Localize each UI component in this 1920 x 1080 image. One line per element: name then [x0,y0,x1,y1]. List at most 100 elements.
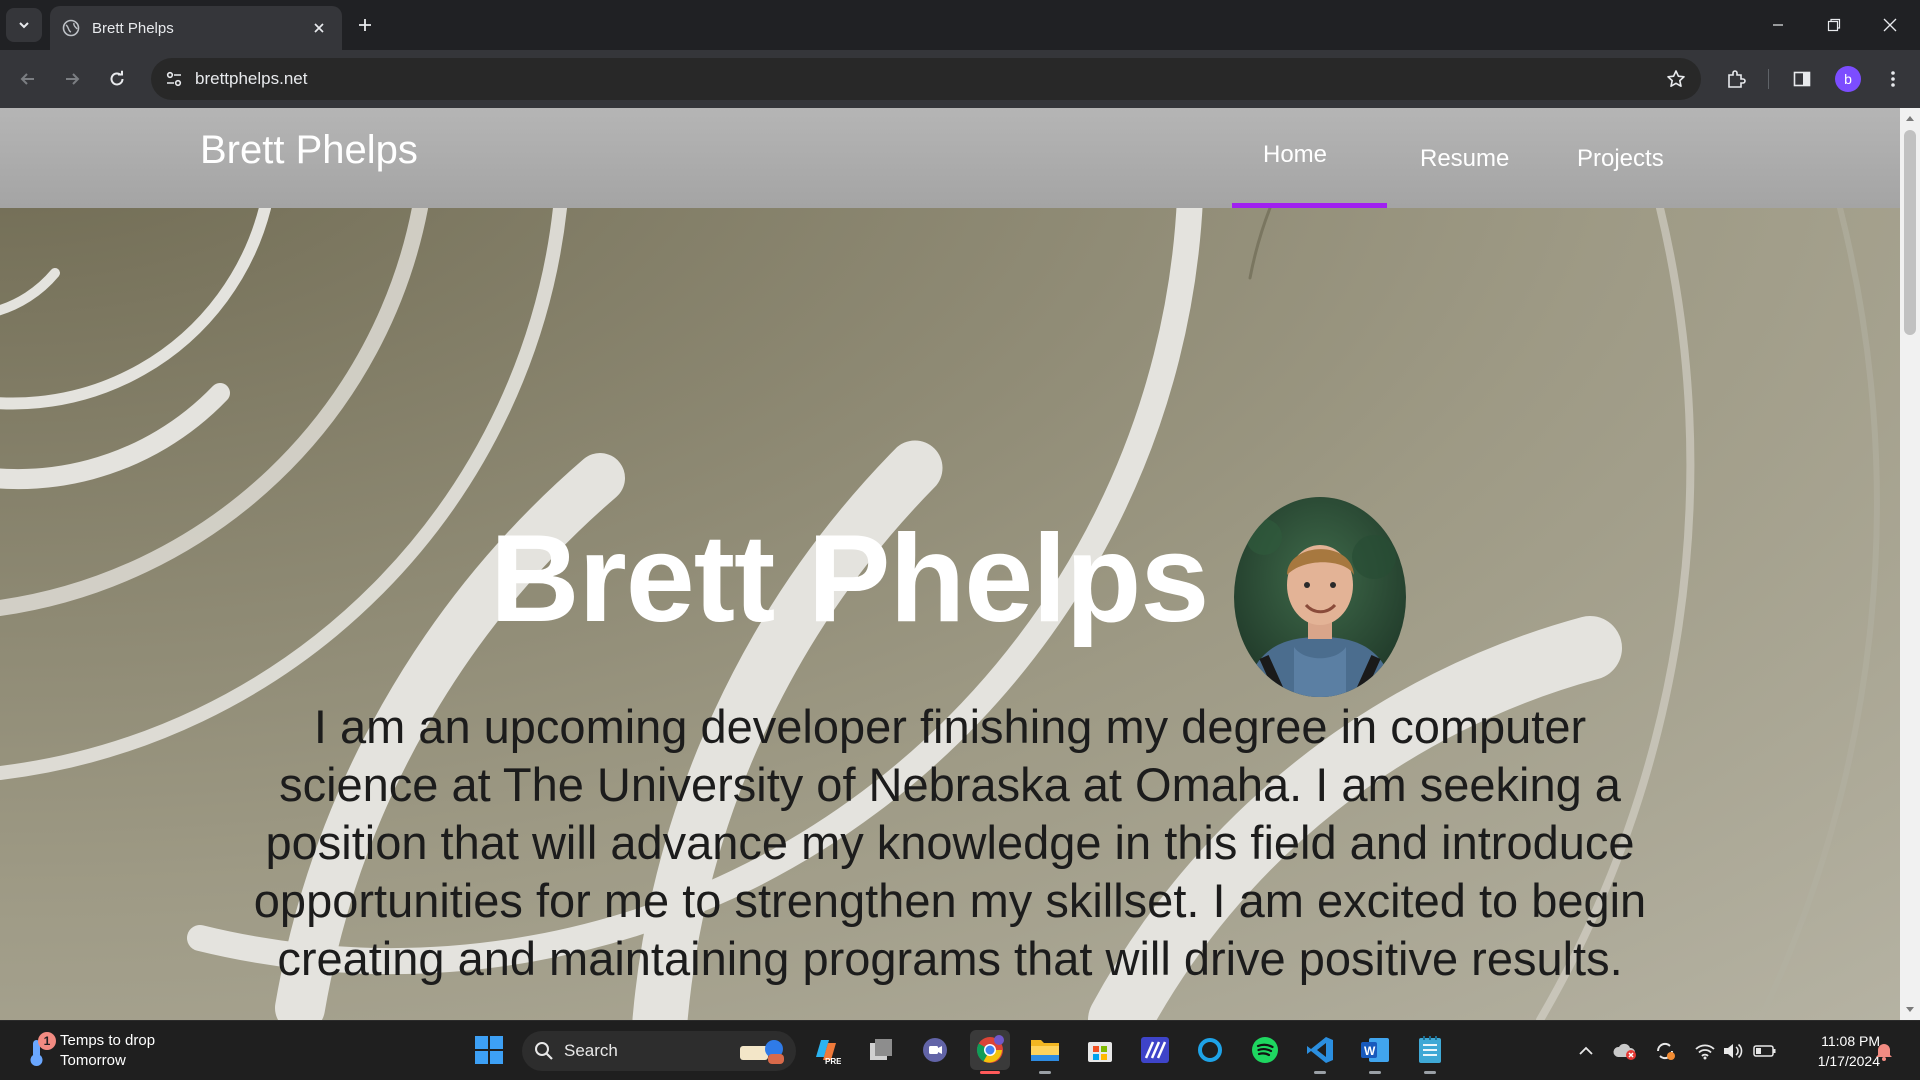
taskbar-chrome[interactable] [970,1030,1010,1074]
windows-start-icon [475,1036,503,1064]
start-button[interactable] [469,1030,509,1070]
hero-title: Brett Phelps [490,510,1209,648]
taskbar-store[interactable] [1080,1030,1120,1070]
bookmark-star-icon[interactable] [1659,62,1693,96]
chrome-icon [976,1035,1004,1063]
powerautomate-icon [1141,1037,1169,1063]
volume-icon[interactable] [1721,1039,1745,1063]
weather-headline: Temps to drop [60,1032,156,1049]
taskbar-copilot[interactable]: PRE [806,1030,846,1070]
reload-button[interactable] [100,62,134,96]
clock-date: 1/17/2024 [1817,1053,1880,1069]
extensions-button[interactable] [1719,62,1753,96]
weather-subline: Tomorrow [60,1052,126,1069]
notification-bell-icon[interactable] [1872,1039,1896,1063]
tab-title: Brett Phelps [92,19,174,37]
side-panel-button[interactable] [1785,62,1819,96]
taskbar-file-explorer[interactable] [1025,1030,1065,1074]
taskbar-teams[interactable] [915,1030,955,1070]
taskbar-vscode[interactable] [1300,1030,1340,1074]
browser-menu-button[interactable] [1876,62,1910,96]
vscode-icon [1307,1037,1333,1063]
nav-active-indicator [1232,203,1387,208]
nav-projects[interactable]: Projects [1577,145,1664,173]
file-explorer-icon [1031,1040,1059,1061]
teams-icon [923,1038,947,1062]
plus-icon [359,19,371,31]
thermometer-icon: 1 [24,1032,56,1068]
system-clock[interactable]: 11:08 PM 1/17/2024 [1760,1031,1880,1071]
running-indicator [980,1071,1000,1074]
store-icon [1088,1042,1112,1062]
weather-widget[interactable]: 1 Temps to drop Tomorrow [24,1029,184,1073]
side-panel-icon [1793,71,1811,87]
search-highlight-icon [740,1040,784,1064]
scroll-thumb[interactable] [1904,130,1916,335]
intro-paragraph: I am an upcoming developer finishing my … [253,700,1647,985]
running-indicator [1039,1071,1051,1074]
clock-time: 11:08 PM [1821,1033,1880,1049]
running-indicator [1369,1071,1381,1074]
close-icon [1883,18,1897,32]
new-tab-button[interactable] [352,12,378,38]
windows-taskbar: 1 Temps to drop Tomorrow Search PRE W 11… [0,1020,1920,1080]
taskbar-task-view[interactable] [861,1030,901,1070]
taskbar-cortana[interactable] [1190,1030,1230,1070]
site-info-icon[interactable] [159,64,189,94]
page-viewport: Brett Phelps Home Resume Projects Brett … [0,108,1900,1020]
task-view-icon [870,1039,892,1060]
reload-icon [110,70,124,86]
spotify-icon [1252,1037,1278,1063]
back-button[interactable] [11,62,45,96]
notification-badge: 1 [38,1032,56,1050]
tab-search-button[interactable] [6,8,42,42]
kebab-menu-icon [1891,71,1895,87]
browser-tab[interactable]: Brett Phelps [50,6,342,50]
notepad-icon [1419,1036,1441,1063]
onedrive-error-icon[interactable] [1613,1039,1637,1063]
scroll-down-arrow-icon[interactable] [1904,1004,1916,1016]
close-tab-icon[interactable] [308,17,330,39]
address-bar[interactable]: brettphelps.net [151,58,1701,100]
taskbar-word[interactable]: W [1355,1030,1395,1074]
toolbar-separator [1768,69,1769,89]
url-text: brettphelps.net [195,69,308,88]
minimize-button[interactable] [1750,0,1806,50]
running-indicator [1424,1071,1436,1074]
close-window-button[interactable] [1862,0,1918,50]
forward-button[interactable] [55,62,89,96]
restore-icon [1827,18,1841,32]
profile-photo [1234,497,1406,697]
copilot-icon: PRE [816,1040,841,1065]
page-scrollbar[interactable] [1900,108,1920,1020]
taskbar-spotify[interactable] [1245,1030,1285,1070]
wifi-icon[interactable] [1693,1039,1717,1063]
globe-icon [62,19,80,37]
restore-button[interactable] [1806,0,1862,50]
browser-tab-strip: Brett Phelps [0,0,1920,50]
search-label: Search [564,1041,618,1060]
minimize-icon [1773,24,1783,26]
profile-avatar[interactable]: b [1835,66,1861,92]
running-indicator [1314,1071,1326,1074]
taskbar-search-box[interactable]: Search [522,1031,796,1071]
chevron-down-icon [19,22,29,29]
taskbar-power-automate[interactable] [1135,1030,1175,1070]
arrow-right-icon [66,73,80,85]
sync-icon[interactable] [1653,1039,1677,1063]
search-icon [535,1042,553,1060]
puzzle-icon [1728,70,1746,88]
nav-home[interactable]: Home [1263,141,1327,169]
scroll-up-arrow-icon[interactable] [1904,112,1916,124]
arrow-left-icon [20,73,34,85]
svg-text:W: W [1364,1044,1376,1058]
nav-resume[interactable]: Resume [1420,145,1509,173]
site-brand[interactable]: Brett Phelps [200,128,418,173]
word-icon: W [1361,1038,1389,1062]
tray-overflow-chevron-icon[interactable] [1574,1039,1598,1063]
svg-text:PRE: PRE [825,1057,841,1065]
browser-toolbar: brettphelps.net b [0,50,1920,108]
cortana-icon [1198,1038,1222,1062]
taskbar-notepad[interactable] [1410,1030,1450,1074]
site-header: Brett Phelps Home Resume Projects [0,108,1900,208]
